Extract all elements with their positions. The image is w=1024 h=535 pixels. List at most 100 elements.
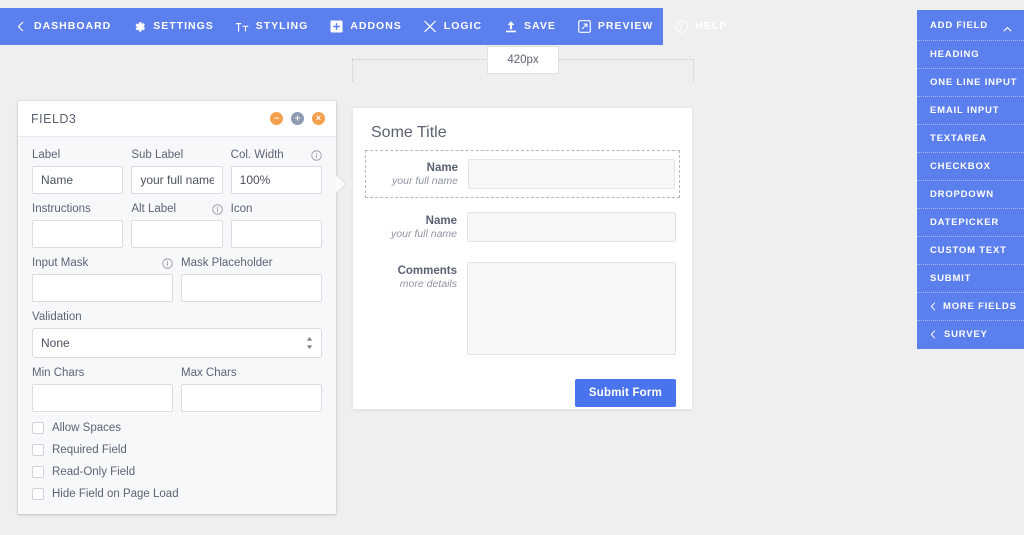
validation-select[interactable]: None — [32, 328, 322, 358]
add-field-header[interactable]: ADD FIELD — [917, 10, 1024, 40]
field-cell-sub-label: Sub Label — [131, 148, 223, 194]
instructions-input[interactable] — [32, 220, 124, 248]
checkbox-label: Hide Field on Page Load — [52, 488, 179, 500]
add-field-item-datepicker[interactable]: DATEPICKER — [917, 208, 1024, 236]
toolbar-item-help[interactable]: ? HELP — [675, 20, 727, 33]
checkbox-box[interactable] — [32, 444, 44, 456]
canvas-width-badge: 420px — [487, 46, 559, 74]
instructions-field-label: Instructions — [32, 202, 123, 216]
plus-square-icon — [330, 20, 343, 33]
toolbar-item-styling[interactable]: STYLING — [235, 20, 309, 33]
form-field-label: Comments — [397, 265, 457, 278]
mask-placeholder-input[interactable] — [181, 274, 322, 302]
add-field-item-label: CUSTOM TEXT — [930, 245, 1007, 256]
form-field-input[interactable] — [467, 212, 676, 243]
add-field-item-submit[interactable]: SUBMIT — [917, 264, 1024, 292]
col-width-field-label: Col. Width — [231, 148, 322, 162]
form-row-name[interactable]: Name your full name — [369, 206, 676, 248]
field-row-mask: Input Mask Mask Placeholder — [32, 256, 322, 302]
min-chars-input[interactable] — [32, 384, 173, 412]
add-field-title: ADD FIELD — [930, 19, 988, 31]
checkbox-allow-spaces[interactable]: Allow Spaces — [32, 422, 322, 434]
form-row-labels: Name your full name — [369, 212, 467, 242]
label-input[interactable] — [32, 166, 124, 194]
label-text: Min Chars — [32, 367, 85, 379]
form-submit-row: Submit Form — [369, 379, 676, 408]
add-field-item-checkbox[interactable]: CHECKBOX — [917, 152, 1024, 180]
toolbar-item-label: HELP — [695, 20, 728, 33]
add-field-item-more-fields[interactable]: MORE FIELDS — [917, 292, 1024, 320]
form-field-textarea[interactable] — [467, 262, 676, 356]
icon-input[interactable] — [230, 220, 322, 248]
form-field-sublabel: your full name — [392, 175, 458, 188]
add-field-item-label: CHECKBOX — [930, 161, 991, 172]
info-icon[interactable] — [311, 149, 322, 161]
col-width-input[interactable] — [230, 166, 322, 194]
toolbar-item-addons[interactable]: ADDONS — [330, 20, 402, 33]
label-text: Sub Label — [131, 149, 184, 161]
chevron-up-icon[interactable] — [1003, 21, 1012, 31]
add-field-item-one-line-input[interactable]: ONE LINE INPUT — [917, 68, 1024, 96]
gear-icon — [133, 20, 146, 33]
form-field-sublabel: your full name — [391, 228, 457, 241]
upload-icon — [504, 20, 517, 33]
info-icon[interactable] — [211, 203, 223, 215]
sub-label-input[interactable] — [131, 166, 223, 194]
toolbar-item-settings[interactable]: SETTINGS — [133, 20, 214, 33]
alt-label-input[interactable] — [131, 220, 223, 248]
plus-icon: + — [294, 112, 301, 123]
add-field-item-heading[interactable]: HEADING — [917, 40, 1024, 68]
add-field-item-label: SUBMIT — [930, 273, 972, 284]
form-row-name-selected[interactable]: Name your full name — [365, 150, 680, 199]
add-field-item-label: SURVEY — [944, 329, 988, 340]
form-row-labels: Comments more details — [369, 262, 467, 292]
stepper-arrows-icon — [305, 335, 314, 351]
add-field-item-label: ONE LINE INPUT — [930, 77, 1018, 88]
add-field-item-custom-text[interactable]: CUSTOM TEXT — [917, 236, 1024, 264]
add-field-item-label: MORE FIELDS — [943, 301, 1017, 312]
add-field-item-label: EMAIL INPUT — [930, 105, 1000, 116]
add-field-item-label: DROPDOWN — [930, 189, 994, 200]
close-field-button[interactable]: × — [312, 112, 325, 125]
input-mask-input[interactable] — [32, 274, 173, 302]
toolbar-item-logic[interactable]: LOGIC — [424, 20, 482, 33]
min-chars-field-label: Min Chars — [32, 366, 173, 380]
checkbox-box[interactable] — [32, 422, 44, 434]
collapse-field-button[interactable]: − — [270, 112, 283, 125]
checkbox-required-field[interactable]: Required Field — [32, 444, 322, 456]
checkbox-box[interactable] — [32, 466, 44, 478]
add-field-item-survey[interactable]: SURVEY — [917, 320, 1024, 348]
info-icon[interactable] — [162, 257, 173, 269]
submit-form-button[interactable]: Submit Form — [574, 379, 676, 408]
max-chars-input[interactable] — [181, 384, 322, 412]
input-mask-field-label: Input Mask — [32, 256, 173, 270]
toolbar-item-label: SETTINGS — [153, 20, 214, 33]
add-field-item-label: HEADING — [930, 49, 980, 60]
field-row-basic: Label Sub Label Col. Width — [32, 148, 322, 194]
label-text: Col. Width — [230, 149, 284, 161]
question-circle-icon: ? — [675, 20, 689, 33]
add-field-item-dropdown[interactable]: DROPDOWN — [917, 180, 1024, 208]
toolbar-item-label: LOGIC — [443, 20, 483, 33]
field-row-secondary: Instructions Alt Label Icon — [32, 202, 322, 248]
alt-label-field-label: Alt Label — [131, 202, 223, 216]
add-field-item-textarea[interactable]: TEXTAREA — [917, 124, 1024, 152]
form-field-input[interactable] — [468, 159, 675, 189]
checkbox-box[interactable] — [32, 488, 44, 500]
form-row-comments[interactable]: Comments more details — [369, 256, 676, 361]
add-field-item-email-input[interactable]: EMAIL INPUT — [917, 96, 1024, 124]
toolbar-item-preview[interactable]: PREVIEW — [578, 20, 653, 33]
label-text: Icon — [230, 203, 253, 215]
panel-pointer-arrow — [336, 175, 345, 193]
add-field-button[interactable]: + — [291, 112, 304, 125]
form-field-label: Name — [426, 162, 458, 174]
toolbar-item-label: PREVIEW — [597, 20, 654, 33]
checkbox-hide-field-on-page-load[interactable]: Hide Field on Page Load — [32, 488, 322, 500]
field-cell-max-chars: Max Chars — [181, 366, 322, 412]
checkbox-read-only-field[interactable]: Read-Only Field — [32, 466, 322, 478]
field-panel-header: FIELD3 − + × — [18, 101, 336, 137]
toolbar-item-save[interactable]: SAVE — [504, 20, 556, 33]
svg-text:?: ? — [679, 22, 684, 31]
toolbar-item-dashboard[interactable]: DASHBOARD — [14, 20, 111, 33]
field-row-chars: Min Chars Max Chars — [32, 366, 322, 412]
